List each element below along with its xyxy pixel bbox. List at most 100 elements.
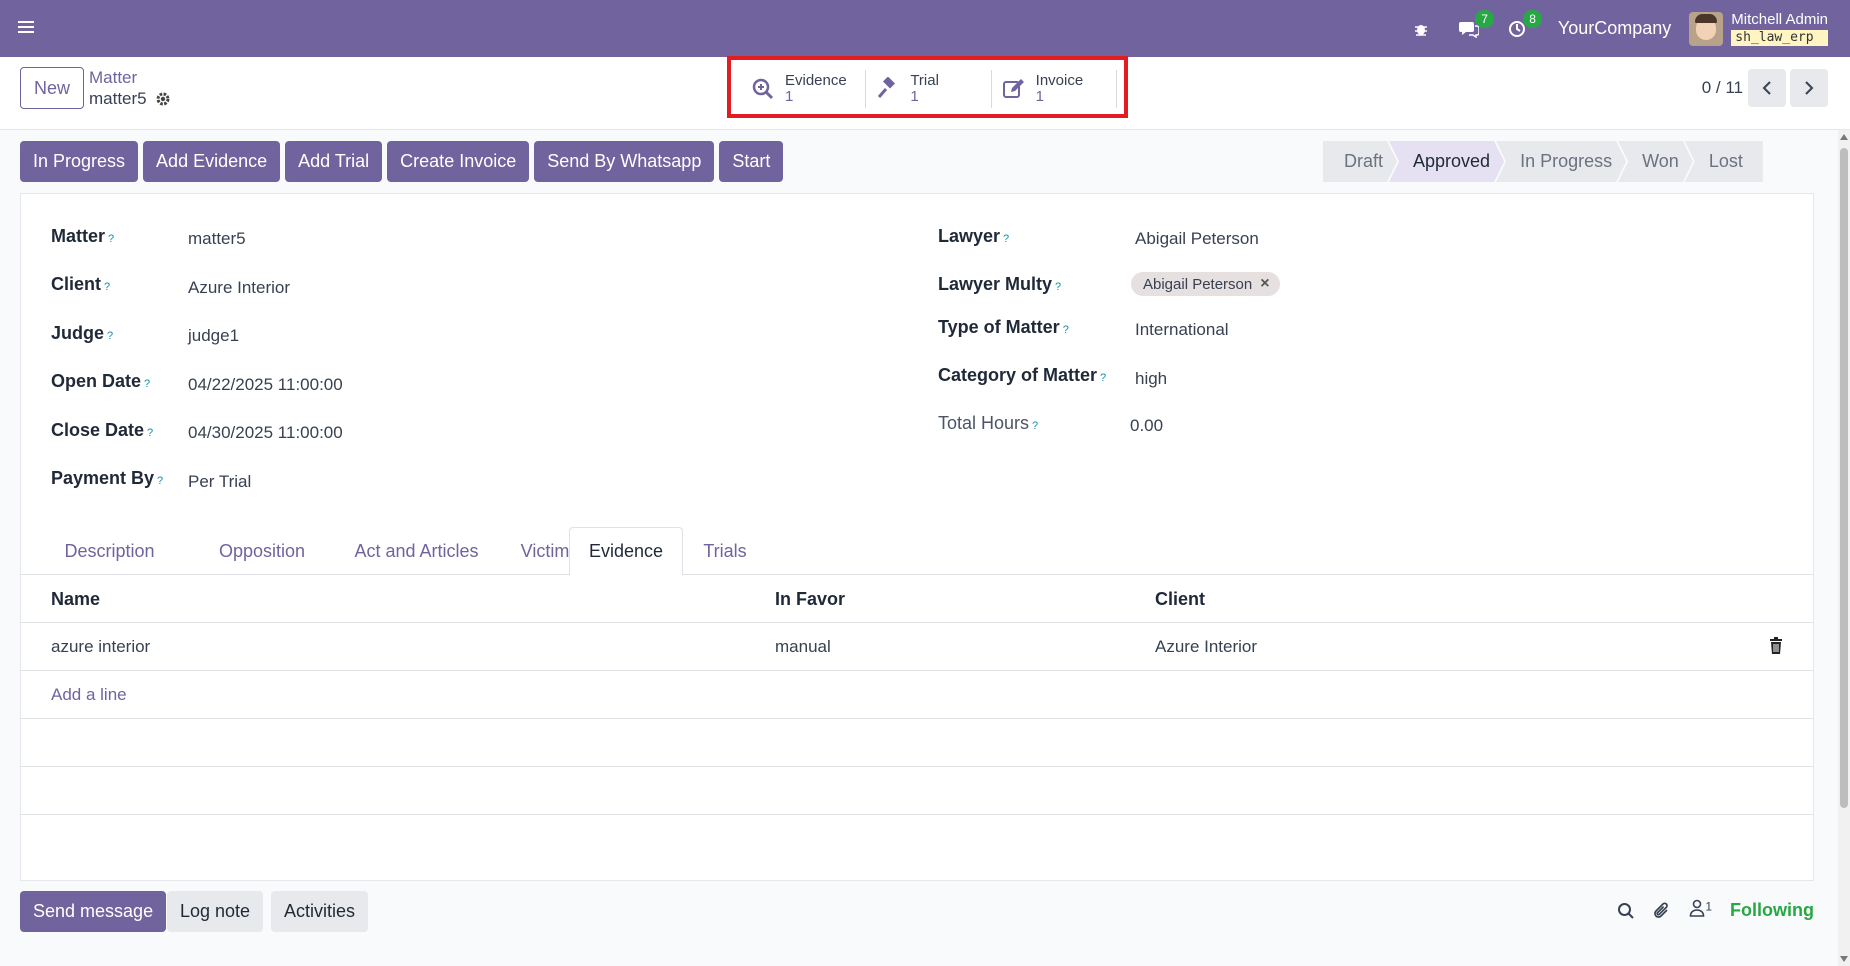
in-progress-button[interactable]: In Progress xyxy=(20,141,139,182)
stage-won[interactable]: Won xyxy=(1618,141,1693,182)
help-icon[interactable]: ? xyxy=(107,330,113,342)
chatter: Send message Log note Activities 1 Follo… xyxy=(20,891,1814,933)
messages-icon[interactable]: 7 xyxy=(1454,9,1494,44)
help-icon[interactable]: ? xyxy=(1055,281,1061,293)
paperclip-icon[interactable] xyxy=(1653,901,1671,921)
smart-button-count: 1 xyxy=(910,88,919,105)
category-of-matter-field[interactable]: high xyxy=(1135,369,1167,389)
user-menu[interactable]: Mitchell Admin sh_law_erp xyxy=(1731,11,1828,46)
invoice-smart-button[interactable]: Invoice 1 xyxy=(992,70,1117,108)
table-header: Name In Favor Client xyxy=(21,575,1813,623)
add-trial-button[interactable]: Add Trial xyxy=(285,141,383,182)
lawyer-field[interactable]: Abigail Peterson xyxy=(1135,229,1259,249)
column-name[interactable]: Name xyxy=(51,589,100,610)
form-sheet: Matter? matter5 Client? Azure Interior J… xyxy=(20,193,1814,881)
close-icon[interactable]: × xyxy=(1260,275,1269,293)
create-invoice-button[interactable]: Create Invoice xyxy=(387,141,530,182)
smart-buttons-highlight: Evidence 1 Trial 1 Invoice 1 xyxy=(727,56,1128,118)
matter-field-label: Matter? xyxy=(51,226,115,246)
cell-in-favor: manual xyxy=(775,637,831,656)
smart-button-label: Trial xyxy=(910,72,939,89)
pager-value[interactable]: 0 / 11 xyxy=(1702,78,1743,98)
empty-row xyxy=(21,767,1813,815)
help-icon[interactable]: ? xyxy=(104,281,110,293)
judge-field-label: Judge? xyxy=(51,323,114,343)
open-date-field-label: Open Date? xyxy=(51,371,151,391)
judge-field[interactable]: judge1 xyxy=(188,326,239,346)
activities-button[interactable]: Activities xyxy=(271,891,369,932)
gear-icon[interactable] xyxy=(155,91,171,107)
pager-previous-button[interactable] xyxy=(1748,69,1786,107)
record-name: matter5 xyxy=(89,89,147,108)
header-actions: In Progress Add Evidence Add Trial Creat… xyxy=(20,141,784,182)
lawyer-multy-tag: Abigail Peterson × xyxy=(1131,272,1280,296)
user-icon xyxy=(1690,899,1705,917)
chevron-right-icon xyxy=(1805,81,1814,95)
tab-trials[interactable]: Trials xyxy=(690,527,760,575)
tab-description[interactable]: Description xyxy=(52,527,167,575)
scroll-thumb[interactable] xyxy=(1840,148,1848,808)
messages-badge: 7 xyxy=(1475,9,1494,28)
following-button[interactable]: Following xyxy=(1730,900,1814,921)
cell-client: Azure Interior xyxy=(1155,637,1258,656)
bug-icon[interactable] xyxy=(1406,14,1436,44)
trial-smart-button[interactable]: Trial 1 xyxy=(866,70,992,108)
search-icon[interactable] xyxy=(1617,902,1635,920)
matter-field[interactable]: matter5 xyxy=(188,229,246,249)
help-icon[interactable]: ? xyxy=(1100,372,1106,384)
close-date-field[interactable]: 04/30/2025 11:00:00 xyxy=(188,423,343,443)
smart-button-label: Invoice xyxy=(1035,72,1084,89)
add-line-link[interactable]: Add a line xyxy=(51,685,127,705)
stage-lost[interactable]: Lost xyxy=(1684,141,1763,182)
trash-icon[interactable] xyxy=(1769,637,1783,655)
menu-icon[interactable] xyxy=(18,18,38,38)
help-icon[interactable]: ? xyxy=(1032,420,1038,432)
breadcrumb-parent[interactable]: Matter xyxy=(89,68,137,88)
column-client[interactable]: Client xyxy=(1155,589,1205,610)
help-icon[interactable]: ? xyxy=(157,475,163,487)
client-field[interactable]: Azure Interior xyxy=(188,278,290,298)
scroll-up-icon[interactable] xyxy=(1840,134,1848,140)
avatar[interactable] xyxy=(1689,11,1724,46)
send-by-whatsapp-button[interactable]: Send By Whatsapp xyxy=(534,141,715,182)
close-date-field-label: Close Date? xyxy=(51,420,154,440)
send-message-button[interactable]: Send message xyxy=(20,891,167,932)
start-button[interactable]: Start xyxy=(719,141,784,182)
log-note-button[interactable]: Log note xyxy=(167,891,264,932)
add-line-row: Add a line xyxy=(21,671,1813,719)
table-row[interactable]: azure interior manual Azure Interior xyxy=(21,623,1813,671)
scroll-down-icon[interactable] xyxy=(1840,956,1848,962)
stage-draft[interactable]: Draft xyxy=(1323,141,1397,182)
help-icon[interactable]: ? xyxy=(147,427,153,439)
empty-row xyxy=(21,719,1813,767)
stage-in-progress[interactable]: In Progress xyxy=(1496,141,1626,182)
payment-by-field[interactable]: Per Trial xyxy=(188,472,251,492)
category-of-matter-field-label: Category of Matter? xyxy=(938,365,1107,385)
company-switcher[interactable]: YourCompany xyxy=(1558,18,1671,39)
column-in-favor[interactable]: In Favor xyxy=(775,589,845,610)
new-button[interactable]: New xyxy=(20,67,84,109)
type-of-matter-field[interactable]: International xyxy=(1135,320,1229,340)
followers-button[interactable]: 1 xyxy=(1689,899,1712,922)
tab-opposition[interactable]: Opposition xyxy=(207,527,317,575)
activities-icon[interactable]: 8 xyxy=(1502,9,1542,44)
help-icon[interactable]: ? xyxy=(108,233,114,245)
evidence-smart-button[interactable]: Evidence 1 xyxy=(741,70,867,108)
status-bar: Draft Approved In Progress Won Lost xyxy=(1323,141,1763,182)
stage-approved[interactable]: Approved xyxy=(1389,141,1504,182)
tab-evidence[interactable]: Evidence xyxy=(569,527,683,576)
type-of-matter-field-label: Type of Matter? xyxy=(938,317,1069,337)
lawyer-multy-field-label: Lawyer Multy? xyxy=(938,274,1062,294)
client-field-label: Client? xyxy=(51,274,111,294)
help-icon[interactable]: ? xyxy=(1003,233,1009,245)
lawyer-field-label: Lawyer? xyxy=(938,226,1010,246)
add-evidence-button[interactable]: Add Evidence xyxy=(143,141,281,182)
tab-act-and-articles[interactable]: Act and Articles xyxy=(334,527,499,575)
help-icon[interactable]: ? xyxy=(144,378,150,390)
smart-button-count: 1 xyxy=(1035,88,1044,105)
help-icon[interactable]: ? xyxy=(1063,324,1069,336)
activities-badge: 8 xyxy=(1523,9,1542,28)
pager-next-button[interactable] xyxy=(1790,69,1828,107)
scrollbar[interactable] xyxy=(1838,130,1850,966)
open-date-field[interactable]: 04/22/2025 11:00:00 xyxy=(188,375,343,395)
